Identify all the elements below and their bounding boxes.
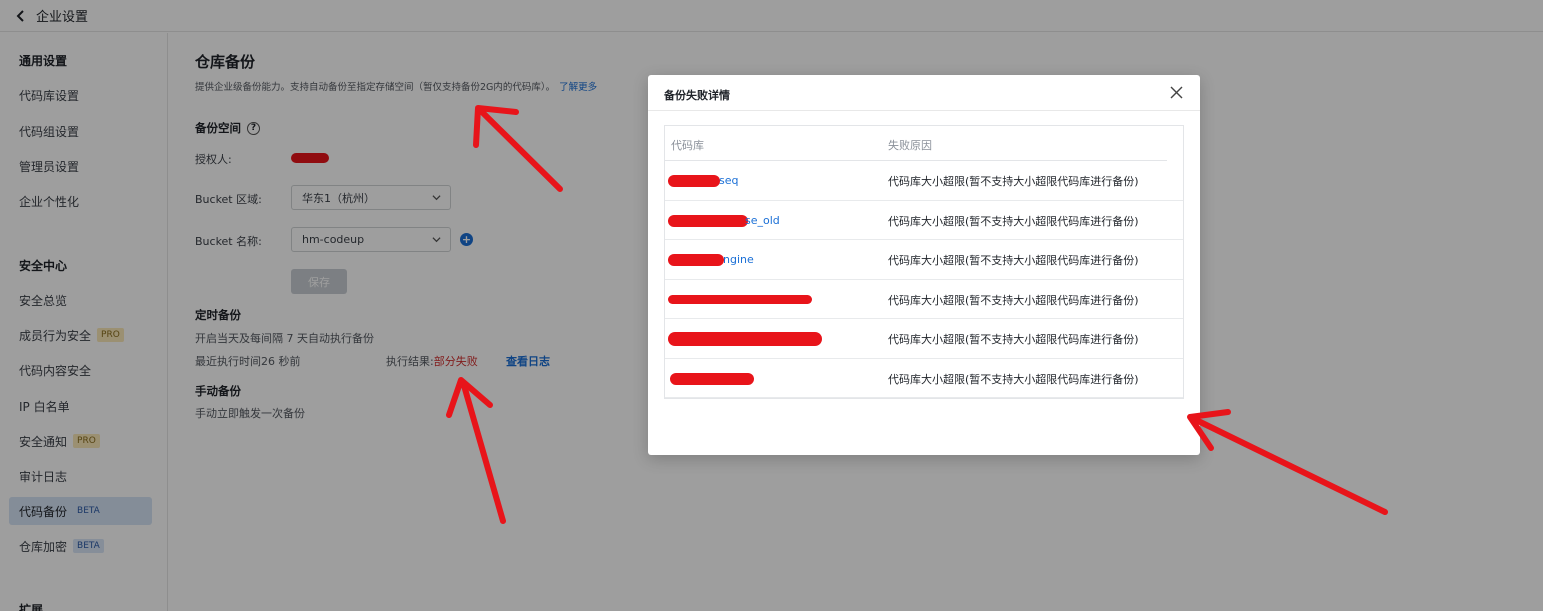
table-row: se_old 代码库大小超限(暂不支持大小超限代码库进行备份) <box>665 201 1183 240</box>
repo-link[interactable]: ngine <box>723 253 754 266</box>
redaction-mark <box>668 254 724 266</box>
redaction-mark <box>668 214 748 227</box>
table-row: ngine 代码库大小超限(暂不支持大小超限代码库进行备份) <box>665 240 1183 280</box>
redaction-mark <box>668 175 720 187</box>
table-row: 代码库大小超限(暂不支持大小超限代码库进行备份) <box>665 319 1183 359</box>
repo-link[interactable]: se_old <box>745 214 780 227</box>
redaction-mark <box>668 332 822 346</box>
failure-reason: 代码库大小超限(暂不支持大小超限代码库进行备份) <box>888 175 1139 188</box>
redaction-mark <box>668 294 812 304</box>
backup-failure-modal: 备份失败详情 代码库 失败原因 seq 代码库大小超限(暂不支持大小超限代码库进… <box>648 75 1200 455</box>
repo-link[interactable]: seq <box>719 174 738 187</box>
table-row: seq 代码库大小超限(暂不支持大小超限代码库进行备份) <box>665 161 1183 201</box>
failure-table: 代码库 失败原因 seq 代码库大小超限(暂不支持大小超限代码库进行备份) se… <box>664 125 1184 399</box>
close-icon[interactable] <box>1170 86 1183 99</box>
table-row: 代码库大小超限(暂不支持大小超限代码库进行备份) <box>665 359 1183 398</box>
redaction-mark <box>670 372 754 385</box>
failure-reason: 代码库大小超限(暂不支持大小超限代码库进行备份) <box>888 372 1139 386</box>
table-row: 代码库大小超限(暂不支持大小超限代码库进行备份) <box>665 280 1183 319</box>
modal-title: 备份失败详情 <box>664 89 730 102</box>
failure-reason: 代码库大小超限(暂不支持大小超限代码库进行备份) <box>888 214 1139 228</box>
table-header: 代码库 失败原因 <box>665 126 1167 161</box>
failure-reason: 代码库大小超限(暂不支持大小超限代码库进行备份) <box>888 254 1139 267</box>
failure-reason: 代码库大小超限(暂不支持大小超限代码库进行备份) <box>888 293 1139 307</box>
column-header-repo: 代码库 <box>671 139 704 152</box>
modal-header: 备份失败详情 <box>648 75 1200 111</box>
failure-reason: 代码库大小超限(暂不支持大小超限代码库进行备份) <box>888 333 1139 346</box>
column-header-reason: 失败原因 <box>888 139 932 152</box>
